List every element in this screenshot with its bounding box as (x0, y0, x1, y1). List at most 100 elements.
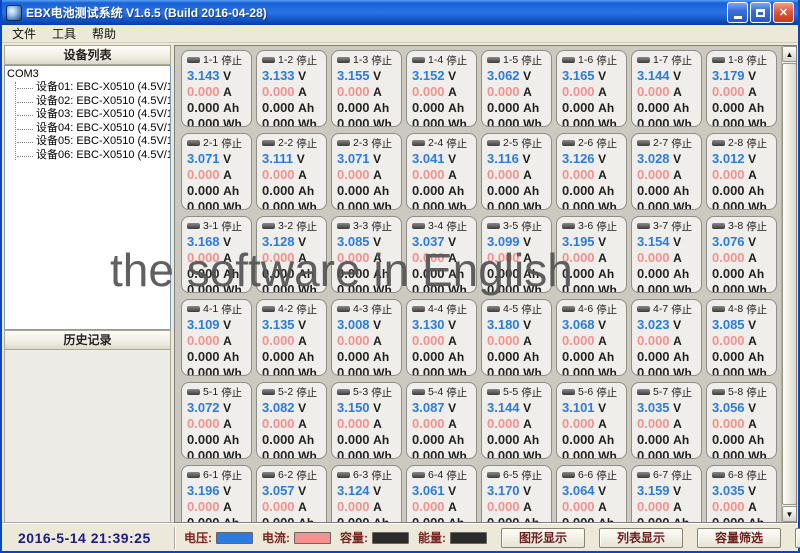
channel-cell[interactable]: 5-7 停止 3.035 V 0.000 A 0.000 Ah 0.000 Wh (631, 382, 702, 459)
channel-cell[interactable]: 4-8 停止 3.085 V 0.000 A 0.000 Ah 0.000 Wh (706, 299, 777, 376)
channel-header: 3-1 停止 (187, 220, 251, 233)
channel-header: 4-8 停止 (712, 303, 776, 316)
capacity-value: 0.000 (262, 100, 295, 115)
maximize-button[interactable] (750, 2, 771, 23)
scrollbar-thumb[interactable] (782, 63, 796, 505)
channel-cell[interactable]: 2-8 停止 3.012 V 0.000 A 0.000 Ah 0.000 Wh (706, 133, 777, 210)
device-tree-item[interactable]: 设备05: EBC-X0510 (4.5V/10A (17, 135, 170, 149)
energy-value: 0.000 (487, 365, 520, 376)
legend-color-swatch (216, 531, 253, 544)
energy-unit: Wh (523, 200, 542, 210)
channel-cell[interactable]: 1-3 停止 3.155 V 0.000 A 0.000 Ah 0.000 Wh (331, 50, 402, 127)
menu-item[interactable]: 文件 (4, 24, 44, 43)
channel-cell[interactable]: 4-6 停止 3.068 V 0.000 A 0.000 Ah 0.000 Wh (556, 299, 627, 376)
channel-cell[interactable]: 3-5 停止 3.099 V 0.000 A 0.000 Ah 0.000 Wh (481, 216, 552, 293)
channel-cell[interactable]: 2-1 停止 3.071 V 0.000 A 0.000 Ah 0.000 Wh (181, 133, 252, 210)
vertical-scrollbar[interactable]: ▲ ▼ (781, 46, 796, 522)
channel-cell[interactable]: 4-4 停止 3.130 V 0.000 A 0.000 Ah 0.000 Wh (406, 299, 477, 376)
device-tree-item[interactable]: 设备02: EBC-X0510 (4.5V/10A (17, 95, 170, 109)
channel-cell[interactable]: 4-5 停止 3.180 V 0.000 A 0.000 Ah 0.000 Wh (481, 299, 552, 376)
device-tree-item[interactable]: 设备01: EBC-X0510 (4.5V/10A (17, 81, 170, 95)
current-line: 0.000 A (337, 333, 401, 349)
voltage-line: 3.165 V (562, 68, 626, 84)
channel-cell[interactable]: 3-3 停止 3.085 V 0.000 A 0.000 Ah 0.000 Wh (331, 216, 402, 293)
channel-cell[interactable]: 4-7 停止 3.023 V 0.000 A 0.000 Ah 0.000 Wh (631, 299, 702, 376)
channel-cell[interactable]: 6-1 停止 3.196 V 0.000 A 0.000 Ah 0.000 Wh (181, 465, 252, 522)
capacity-unit: Ah (523, 433, 540, 447)
channel-cell[interactable]: 2-5 停止 3.116 V 0.000 A 0.000 Ah 0.000 Wh (481, 133, 552, 210)
channel-cell[interactable]: 1-7 停止 3.144 V 0.000 A 0.000 Ah 0.000 Wh (631, 50, 702, 127)
channel-cell[interactable]: 6-8 停止 3.035 V 0.000 A 0.000 Ah 0.000 Wh (706, 465, 777, 522)
current-value: 0.000 (262, 416, 295, 431)
channel-cell[interactable]: 5-2 停止 3.082 V 0.000 A 0.000 Ah 0.000 Wh (256, 382, 327, 459)
channel-cell[interactable]: 5-4 停止 3.087 V 0.000 A 0.000 Ah 0.000 Wh (406, 382, 477, 459)
channel-cell[interactable]: 5-8 停止 3.056 V 0.000 A 0.000 Ah 0.000 Wh (706, 382, 777, 459)
channel-cell[interactable]: 1-8 停止 3.179 V 0.000 A 0.000 Ah 0.000 Wh (706, 50, 777, 127)
channel-cell[interactable]: 3-2 停止 3.128 V 0.000 A 0.000 Ah 0.000 Wh (256, 216, 327, 293)
channel-cell[interactable]: 3-4 停止 3.037 V 0.000 A 0.000 Ah 0.000 Wh (406, 216, 477, 293)
statusbar-button[interactable]: 列表显示 (599, 527, 683, 548)
channel-cell[interactable]: 1-4 停止 3.152 V 0.000 A 0.000 Ah 0.000 Wh (406, 50, 477, 127)
device-tree-item[interactable]: 设备04: EBC-X0510 (4.5V/10A (17, 122, 170, 136)
channel-cell[interactable]: 5-3 停止 3.150 V 0.000 A 0.000 Ah 0.000 Wh (331, 382, 402, 459)
channel-cell[interactable]: 1-2 停止 3.133 V 0.000 A 0.000 Ah 0.000 Wh (256, 50, 327, 127)
channel-cell[interactable]: 4-2 停止 3.135 V 0.000 A 0.000 Ah 0.000 Wh (256, 299, 327, 376)
capacity-unit: Ah (523, 267, 540, 281)
channel-status: 停止 (296, 303, 318, 316)
voltage-value: 3.144 (637, 68, 670, 83)
statusbar-button[interactable]: 图形显示 (501, 527, 585, 548)
scrollbar-up-icon[interactable]: ▲ (782, 46, 796, 62)
minimize-button[interactable] (727, 2, 748, 23)
channel-status: 停止 (671, 303, 693, 316)
energy-value: 0.000 (412, 282, 445, 293)
channel-cell[interactable]: 2-4 停止 3.041 V 0.000 A 0.000 Ah 0.000 Wh (406, 133, 477, 210)
channel-cell[interactable]: 6-3 停止 3.124 V 0.000 A 0.000 Ah 0.000 Wh (331, 465, 402, 522)
menu-item[interactable]: 帮助 (84, 24, 124, 43)
device-tree-item[interactable]: 设备03: EBC-X0510 (4.5V/10A (17, 108, 170, 122)
channel-status: 停止 (221, 220, 243, 233)
channel-cell[interactable]: 4-1 停止 3.109 V 0.000 A 0.000 Ah 0.000 Wh (181, 299, 252, 376)
scrollbar-down-icon[interactable]: ▼ (782, 506, 796, 522)
channel-cell[interactable]: 5-1 停止 3.072 V 0.000 A 0.000 Ah 0.000 Wh (181, 382, 252, 459)
device-tree-item[interactable]: 设备06: EBC-X0510 (4.5V/10A (17, 149, 170, 163)
channel-cell[interactable]: 6-2 停止 3.057 V 0.000 A 0.000 Ah 0.000 Wh (256, 465, 327, 522)
voltage-line: 3.196 V (187, 483, 251, 499)
history-header: 历史记录 (4, 330, 171, 350)
close-button[interactable]: ✕ (773, 2, 794, 23)
current-value: 0.000 (262, 167, 295, 182)
channel-cell[interactable]: 5-5 停止 3.144 V 0.000 A 0.000 Ah 0.000 Wh (481, 382, 552, 459)
channel-cell[interactable]: 1-1 停止 3.143 V 0.000 A 0.000 Ah 0.000 Wh (181, 50, 252, 127)
channel-header: 3-8 停止 (712, 220, 776, 233)
channel-cell[interactable]: 3-7 停止 3.154 V 0.000 A 0.000 Ah 0.000 Wh (631, 216, 702, 293)
statusbar-button[interactable]: 容量筛选 (697, 527, 781, 548)
channel-cell[interactable]: 1-6 停止 3.165 V 0.000 A 0.000 Ah 0.000 Wh (556, 50, 627, 127)
channel-cell[interactable]: 6-4 停止 3.061 V 0.000 A 0.000 Ah 0.000 Wh (406, 465, 477, 522)
channel-cell[interactable]: 2-6 停止 3.126 V 0.000 A 0.000 Ah 0.000 Wh (556, 133, 627, 210)
voltage-value: 3.196 (187, 483, 220, 498)
current-line: 0.000 A (187, 250, 251, 266)
channel-id: 4-8 (728, 303, 744, 315)
channel-header: 4-5 停止 (487, 303, 551, 316)
menu-item[interactable]: 工具 (44, 24, 84, 43)
channel-cell[interactable]: 3-6 停止 3.195 V 0.000 A 0.000 Ah 0.000 Wh (556, 216, 627, 293)
channel-cell[interactable]: 2-2 停止 3.111 V 0.000 A 0.000 Ah 0.000 Wh (256, 133, 327, 210)
current-value: 0.000 (412, 84, 445, 99)
channel-cell[interactable]: 2-3 停止 3.071 V 0.000 A 0.000 Ah 0.000 Wh (331, 133, 402, 210)
capacity-line: 0.000 Ah (412, 515, 476, 522)
channel-cell[interactable]: 6-5 停止 3.170 V 0.000 A 0.000 Ah 0.000 Wh (481, 465, 552, 522)
voltage-unit: V (748, 318, 757, 332)
channel-id: 6-2 (278, 469, 294, 481)
channel-cell[interactable]: 4-3 停止 3.008 V 0.000 A 0.000 Ah 0.000 Wh (331, 299, 402, 376)
channel-cell[interactable]: 3-1 停止 3.168 V 0.000 A 0.000 Ah 0.000 Wh (181, 216, 252, 293)
channel-cell[interactable]: 1-5 停止 3.062 V 0.000 A 0.000 Ah 0.000 Wh (481, 50, 552, 127)
channel-cell[interactable]: 5-6 停止 3.101 V 0.000 A 0.000 Ah 0.000 Wh (556, 382, 627, 459)
channel-cell[interactable]: 2-7 停止 3.028 V 0.000 A 0.000 Ah 0.000 Wh (631, 133, 702, 210)
statusbar-button[interactable]: 数据报表 (795, 527, 800, 548)
current-line: 0.000 A (262, 499, 326, 515)
current-unit: A (298, 85, 307, 99)
tree-node-com3[interactable]: COM3 (7, 68, 170, 81)
channel-id: 3-6 (578, 220, 594, 232)
channel-cell[interactable]: 6-6 停止 3.064 V 0.000 A 0.000 Ah 0.000 Wh (556, 465, 627, 522)
channel-cell[interactable]: 6-7 停止 3.159 V 0.000 A 0.000 Ah 0.000 Wh (631, 465, 702, 522)
channel-cell[interactable]: 3-8 停止 3.076 V 0.000 A 0.000 Ah 0.000 Wh (706, 216, 777, 293)
